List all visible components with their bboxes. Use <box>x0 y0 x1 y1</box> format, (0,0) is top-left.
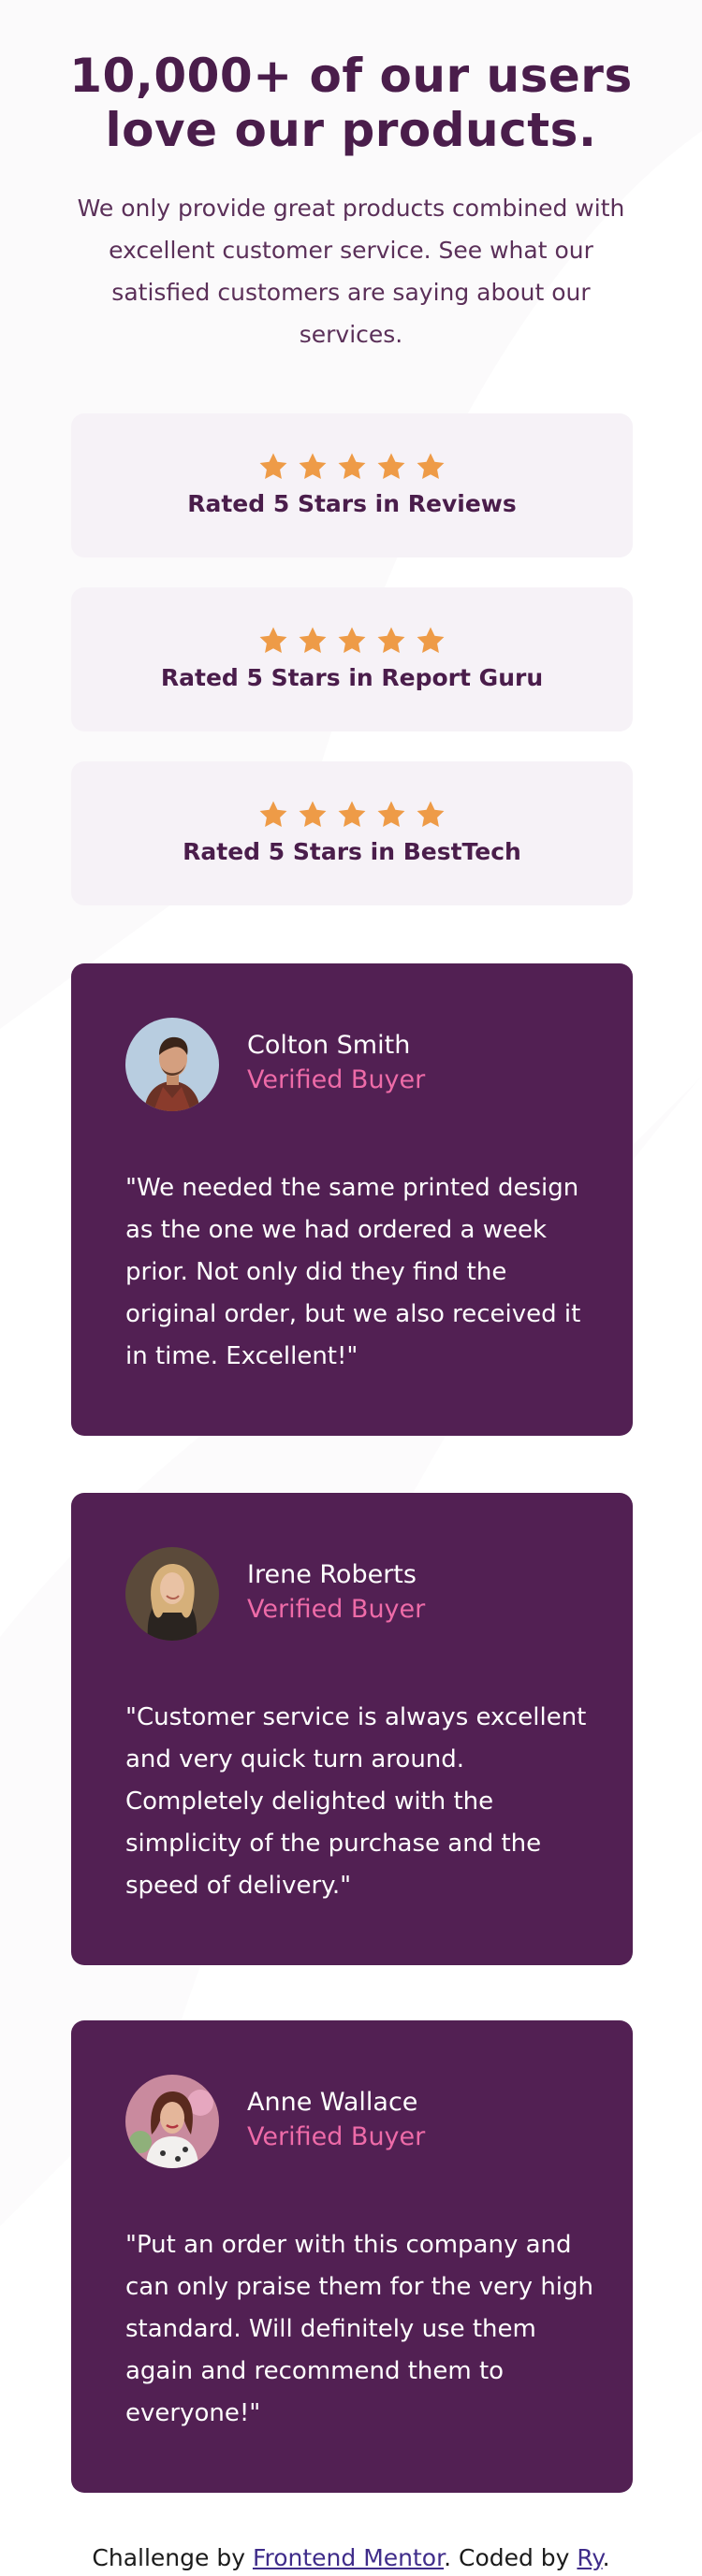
frontend-mentor-link[interactable]: Frontend Mentor <box>253 2544 444 2571</box>
star-icon <box>297 625 329 657</box>
testimonial-card-colton: Colton Smith Verified Buyer "We needed t… <box>71 963 633 1436</box>
star-icon <box>336 451 368 483</box>
star-icon <box>257 799 289 831</box>
intro-text: We only provide great products combined … <box>77 195 625 348</box>
star-icon <box>415 625 446 657</box>
star-icon <box>336 799 368 831</box>
testimonial-quote: "Put an order with this company and can … <box>125 2231 594 2427</box>
rating-label: Rated 5 Stars in BestTech <box>183 838 521 865</box>
star-icon <box>415 799 446 831</box>
page-title: 10,000+ of our users love our products. <box>0 49 702 157</box>
reviewer-name: Irene Roberts <box>247 1560 417 1589</box>
rating-card-report-guru: Rated 5 Stars in Report Guru <box>71 587 633 731</box>
verified-badge: Verified Buyer <box>247 1065 426 1094</box>
attribution-suffix: . <box>602 2544 610 2571</box>
verified-badge: Verified Buyer <box>247 2122 426 2151</box>
rating-card-reviews: Rated 5 Stars in Reviews <box>71 413 633 557</box>
star-row <box>71 451 633 483</box>
reviewer-name: Anne Wallace <box>247 2088 418 2117</box>
reviewer-name: Colton Smith <box>247 1031 411 1060</box>
avatar <box>125 1018 219 1111</box>
star-row <box>71 799 633 831</box>
rating-label: Rated 5 Stars in Report Guru <box>160 664 544 691</box>
testimonial-quote: "We needed the same printed design as th… <box>125 1174 581 1370</box>
star-row <box>71 625 633 657</box>
star-icon <box>336 625 368 657</box>
attribution-footer: Challenge by Frontend Mentor. Coded by R… <box>0 2544 702 2571</box>
rating-label: Rated 5 Stars in Reviews <box>187 490 517 517</box>
verified-badge: Verified Buyer <box>247 1595 426 1624</box>
title-line-2: love our products. <box>105 103 597 157</box>
attribution-middle: . Coded by <box>444 2544 578 2571</box>
testimonial-card-irene: Irene Roberts Verified Buyer "Customer s… <box>71 1493 633 1965</box>
star-icon <box>257 625 289 657</box>
avatar <box>125 2075 219 2168</box>
star-icon <box>375 799 407 831</box>
star-icon <box>297 799 329 831</box>
star-icon <box>375 451 407 483</box>
star-icon <box>257 451 289 483</box>
rating-card-besttech: Rated 5 Stars in BestTech <box>71 761 633 905</box>
avatar <box>125 1547 219 1641</box>
title-line-1: 10,000+ of our users <box>69 49 633 103</box>
testimonial-card-anne: Anne Wallace Verified Buyer "Put an orde… <box>71 2020 633 2493</box>
attribution-prefix: Challenge by <box>92 2544 253 2571</box>
testimonial-quote: "Customer service is always excellent an… <box>125 1703 587 1900</box>
star-icon <box>297 451 329 483</box>
author-link[interactable]: Ry <box>577 2544 602 2571</box>
star-icon <box>375 625 407 657</box>
star-icon <box>415 451 446 483</box>
